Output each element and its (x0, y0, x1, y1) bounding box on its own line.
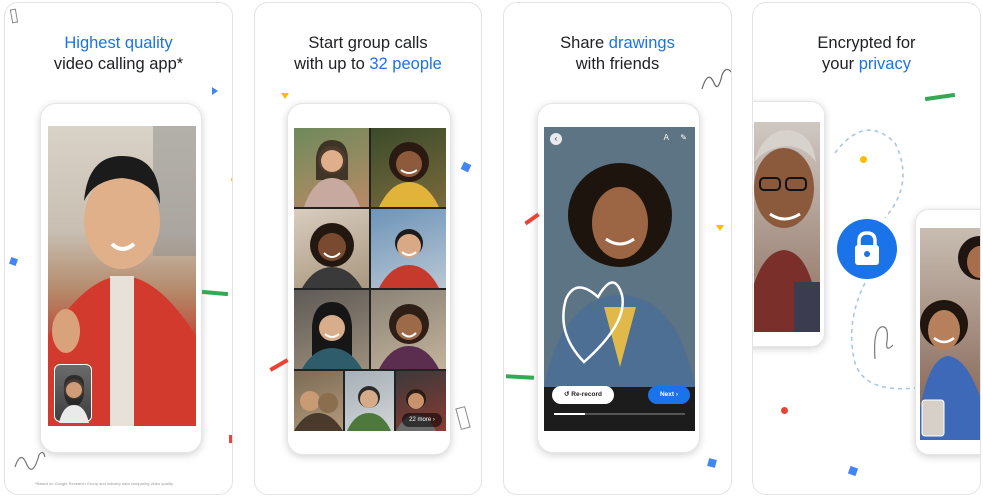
phone-mockup: ‹ A ✎ ↺ Re-record Next › (537, 103, 700, 453)
confetti-outline (455, 406, 471, 430)
participant-image (294, 391, 343, 431)
participant-tile[interactable] (294, 290, 369, 369)
panel-title: Encrypted for your privacy (817, 34, 916, 73)
group-call-grid: 22 more › (294, 128, 446, 431)
confetti-dot (781, 407, 788, 414)
confetti-bar (201, 289, 229, 297)
text-tool-icon[interactable]: A (664, 133, 669, 142)
participant-image (379, 142, 439, 207)
participant-tile[interactable] (371, 209, 446, 288)
participant-image (347, 386, 391, 431)
participant-tile[interactable] (371, 128, 446, 207)
participant-image (302, 223, 362, 288)
confetti-square (847, 465, 859, 477)
panel-title: Highest quality video calling app* (53, 34, 184, 73)
confetti-triangle (281, 93, 289, 99)
participant-tile[interactable] (294, 371, 343, 431)
panel-drawings[interactable]: Share drawings with friends ‹ A ✎ ↺ Re-r… (503, 2, 732, 495)
self-view-thumbnail[interactable] (54, 364, 92, 423)
confetti-bar (269, 358, 289, 372)
panel-privacy[interactable]: Encrypted for your privacy (752, 2, 981, 495)
draw-tool-icon[interactable]: ✎ (680, 133, 687, 142)
participant-image (379, 229, 439, 288)
participant-image (304, 140, 360, 207)
phone-mockup-left (753, 101, 825, 347)
confetti-outline (9, 8, 19, 24)
confetti-square (460, 161, 472, 173)
phone-mockup: 22 more › (287, 103, 451, 455)
video-feed (48, 126, 196, 426)
caller-video-image (754, 130, 820, 332)
confetti-dot (231, 177, 232, 182)
squiggle-decoration (874, 326, 894, 360)
participant-image (379, 304, 439, 369)
rerecord-icon: ↺ (564, 391, 570, 398)
video-with-drawing (544, 127, 695, 387)
participant-tile[interactable] (294, 128, 369, 207)
next-button[interactable]: Next › (648, 386, 690, 404)
participant-tile[interactable]: 22 more › (396, 371, 446, 431)
drawing-screen: ‹ A ✎ ↺ Re-record Next › (544, 127, 695, 431)
participant-tile[interactable] (345, 371, 394, 431)
panel-quality[interactable]: Highest quality video calling app* *Base… (4, 2, 233, 495)
video-feed (754, 122, 820, 332)
caller-video-image (920, 236, 980, 440)
recording-progress-fill (554, 413, 586, 415)
more-participants-button[interactable]: 22 more › (402, 413, 442, 427)
panel-title: Start group calls with up to 32 people (294, 34, 442, 73)
participant-image (302, 302, 362, 369)
dashed-path-decoration (834, 129, 915, 390)
chevron-right-icon: › (675, 391, 679, 398)
participant-tile[interactable] (294, 209, 369, 288)
panel-group-calls[interactable]: Start group calls with up to 32 people 2… (254, 2, 482, 495)
phone-mockup-right (915, 209, 980, 455)
self-view-image (59, 375, 89, 423)
app-store-screenshots: Highest quality video calling app* *Base… (0, 0, 983, 502)
confetti-bar (229, 435, 232, 443)
confetti-square (707, 458, 717, 468)
confetti-square (9, 257, 18, 266)
phone-mockup (40, 103, 202, 453)
confetti-bar (924, 92, 956, 102)
participant-tile[interactable] (371, 290, 446, 369)
confetti-dot (860, 156, 867, 163)
recording-progress-track (554, 413, 685, 415)
panel-title: Share drawings with friends (560, 34, 675, 73)
rerecord-button[interactable]: ↺ Re-record (552, 386, 614, 404)
squiggle-decoration (14, 451, 46, 470)
confetti-bar (505, 374, 535, 380)
squiggle-decoration (701, 68, 731, 90)
back-icon[interactable]: ‹ (550, 133, 562, 145)
disclaimer-footnote: *Based on Google Research Group and indu… (35, 481, 173, 486)
confetti-triangle (212, 87, 218, 95)
video-feed (920, 228, 980, 440)
confetti-triangle (716, 225, 724, 231)
